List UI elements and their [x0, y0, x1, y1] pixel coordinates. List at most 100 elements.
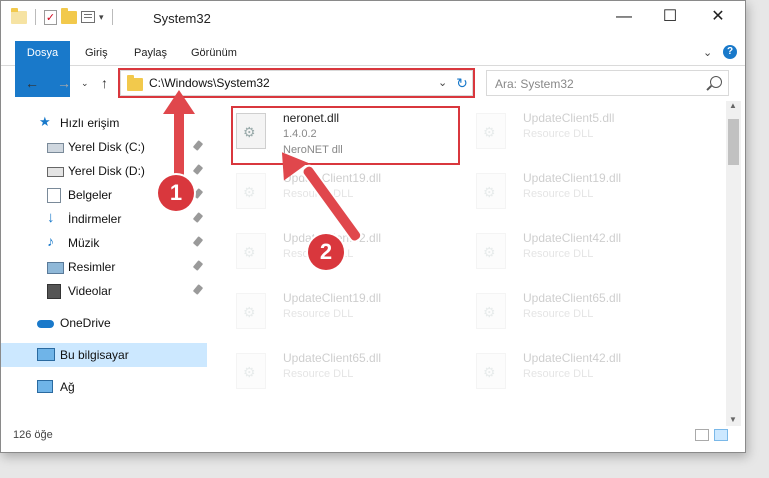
dll-file-icon — [476, 353, 506, 389]
file-item[interactable]: UpdateClient19.dll Resource DLL — [461, 161, 701, 217]
tab-view[interactable]: Görünüm — [191, 41, 237, 65]
file-name: UpdateClient42.dll — [523, 351, 622, 365]
recent-locations-icon[interactable]: ⌄ — [81, 78, 89, 89]
sidebar-item-label: Hızlı erişim — [60, 116, 120, 130]
sidebar-item-onedrive[interactable]: OneDrive — [1, 311, 207, 335]
download-arrow-icon: ↓ — [47, 209, 55, 226]
sidebar-item-label: OneDrive — [60, 316, 111, 330]
sidebar-item-network[interactable]: Ağ — [1, 375, 207, 399]
file-description: Resource DLL — [523, 308, 594, 320]
sidebar-item-label: İndirmeler — [68, 212, 122, 226]
tab-share[interactable]: Paylaş — [134, 41, 167, 65]
file-highlight-box — [231, 106, 460, 165]
file-item[interactable]: UpdateClient19.dll Resource DLL — [221, 281, 461, 337]
new-folder-icon[interactable] — [61, 7, 77, 24]
properties-check-icon[interactable]: ✓ — [44, 9, 57, 25]
pin-icon[interactable] — [192, 284, 204, 295]
divider — [111, 9, 113, 25]
annotation-step-2-badge: 2 — [308, 234, 344, 270]
dll-file-icon — [476, 113, 506, 149]
dll-file-icon — [236, 293, 266, 329]
pin-icon[interactable] — [192, 236, 204, 247]
scrollbar-thumb[interactable] — [728, 119, 739, 165]
help-icon[interactable]: ? — [723, 45, 737, 59]
maximize-button[interactable]: ☐ — [647, 1, 693, 33]
sidebar-item-videos[interactable]: Videolar — [1, 279, 207, 303]
sidebar-item-music[interactable]: ♪ Müzik — [1, 231, 207, 255]
dll-file-icon — [476, 233, 506, 269]
annotation-step-1-badge: 1 — [158, 175, 194, 211]
dll-file-icon — [236, 353, 266, 389]
file-name: UpdateClient19.dll — [523, 171, 622, 185]
file-item[interactable]: UpdateClient42.dll Resource DLL — [461, 341, 701, 397]
file-name: UpdateClient5.dll — [523, 111, 615, 125]
details-view-icon[interactable] — [695, 429, 709, 441]
dll-file-icon — [476, 173, 506, 209]
computer-icon — [37, 348, 55, 361]
sidebar-item-this-pc[interactable]: Bu bilgisayar — [1, 343, 207, 367]
file-item[interactable]: UpdateClient42.dll Resource DLL — [461, 221, 701, 277]
up-arrow-icon[interactable]: ↑ — [101, 75, 108, 91]
tab-home[interactable]: Giriş — [85, 41, 108, 65]
sidebar-item-label: Yerel Disk (D:) — [68, 164, 145, 178]
sidebar-item-label: Ağ — [60, 380, 75, 394]
star-icon: ★ — [39, 114, 51, 129]
file-name: UpdateClient65.dll — [523, 291, 622, 305]
customize-toolbar-icon[interactable] — [81, 11, 95, 23]
file-item[interactable]: UpdateClient65.dll Resource DLL — [221, 341, 461, 397]
ribbon-tabs: Dosya Giriş Paylaş Görünüm ⌄ ? — [1, 41, 745, 97]
window-title: System32 — [153, 11, 211, 26]
documents-icon — [47, 188, 61, 203]
file-description: Resource DLL — [283, 368, 354, 380]
cloud-icon — [37, 320, 54, 328]
chevron-down-icon[interactable]: ▾ — [99, 12, 104, 23]
sidebar-item-label: Yerel Disk (C:) — [68, 140, 145, 154]
pin-icon[interactable] — [192, 140, 204, 151]
sidebar-item-label: Videolar — [68, 284, 112, 298]
dll-file-icon — [236, 173, 266, 209]
file-name: UpdateClient19.dll — [283, 291, 382, 305]
dll-file-icon — [236, 233, 266, 269]
divider — [35, 9, 36, 25]
back-arrow-icon[interactable]: ← — [25, 75, 39, 91]
file-description: Resource DLL — [283, 308, 354, 320]
annotation-arrow-1 — [174, 105, 184, 183]
pin-icon[interactable] — [192, 212, 204, 223]
file-description: Resource DLL — [523, 248, 594, 260]
sidebar-item-label: Bu bilgisayar — [60, 348, 129, 362]
file-name: UpdateClient65.dll — [283, 351, 382, 365]
large-icons-view-icon[interactable] — [714, 429, 728, 441]
annotation-arrowhead-1 — [163, 90, 195, 114]
pictures-icon — [47, 262, 64, 274]
close-button[interactable]: ✕ — [695, 1, 741, 33]
sidebar-item-label: Müzik — [68, 236, 100, 250]
pin-icon[interactable] — [192, 260, 204, 271]
scroll-down-icon[interactable]: ▼ — [729, 415, 737, 424]
expand-ribbon-icon[interactable]: ⌄ — [703, 46, 712, 59]
explorer-window: ✓ ▾ System32 — ☐ ✕ Dosya Giriş Paylaş Gö… — [0, 0, 746, 453]
dll-file-icon — [476, 293, 506, 329]
sidebar-item-label: Belgeler — [68, 188, 113, 202]
drive-icon — [47, 167, 64, 177]
quick-access-toolbar: ✓ ▾ — [11, 7, 117, 25]
forward-arrow-icon[interactable]: → — [57, 75, 71, 91]
file-name: UpdateClient19.dll — [283, 171, 382, 185]
sidebar-item-pictures[interactable]: Resimler — [1, 255, 207, 279]
network-icon — [37, 380, 53, 393]
search-icon[interactable] — [710, 76, 722, 88]
search-placeholder: Ara: System32 — [495, 77, 574, 91]
sidebar-item-label: Resimler — [68, 260, 116, 274]
pin-icon[interactable] — [192, 188, 204, 199]
scroll-up-icon[interactable]: ▲ — [729, 101, 737, 110]
drive-icon — [47, 143, 64, 153]
file-item[interactable]: UpdateClient65.dll Resource DLL — [461, 281, 701, 337]
search-input[interactable]: Ara: System32 — [486, 70, 729, 96]
file-item[interactable]: UpdateClient5.dll Resource DLL — [461, 101, 701, 157]
minimize-button[interactable]: — — [601, 1, 647, 33]
title-bar: ✓ ▾ System32 — ☐ ✕ — [1, 1, 745, 39]
file-name: UpdateClient42.dll — [523, 231, 622, 245]
pin-icon[interactable] — [192, 164, 204, 175]
film-icon — [47, 284, 61, 299]
file-description: Resource DLL — [523, 188, 594, 200]
vertical-scrollbar[interactable]: ▲ ▼ — [726, 101, 741, 426]
